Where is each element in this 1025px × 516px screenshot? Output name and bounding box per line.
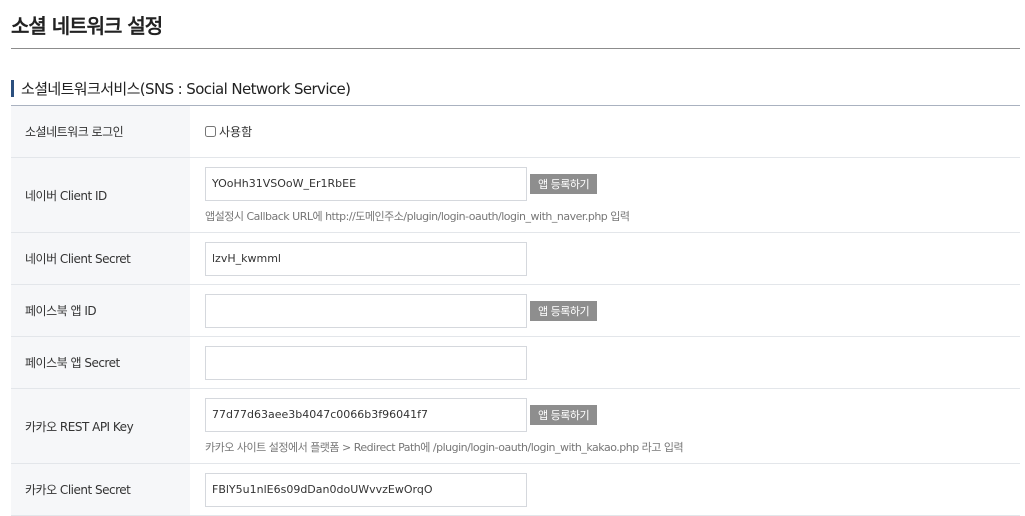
naver-client-id-input[interactable]: [205, 166, 527, 201]
row-label: 소셜네트워크 로그인: [11, 106, 190, 157]
facebook-register-app-button[interactable]: 앱 등록하기: [530, 300, 598, 321]
row-label: 네이버 Client Secret: [11, 233, 190, 284]
kakao-help-text: 카카오 사이트 설정에서 플랫폼 > Redirect Path에 /plugi…: [205, 440, 684, 454]
row-label: 카카오 Client Secret: [11, 464, 190, 515]
facebook-app-id-input[interactable]: [205, 293, 527, 328]
row-facebook-app-secret: 페이스북 앱 Secret: [11, 337, 1020, 389]
section-title: 소셜네트워크서비스(SNS : Social Network Service): [21, 79, 351, 98]
sns-settings-table: 소셜네트워크 로그인 사용함 네이버 Client ID 앱 등록하기 앱설정시…: [11, 105, 1020, 516]
row-label: 페이스북 앱 Secret: [11, 337, 190, 388]
row-kakao-rest-api-key: 카카오 REST API Key 앱 등록하기 카카오 사이트 설정에서 플랫폼…: [11, 389, 1020, 464]
naver-help-text: 앱설정시 Callback URL에 http://도메인주소/plugin/l…: [205, 209, 630, 223]
row-naver-client-secret: 네이버 Client Secret: [11, 233, 1020, 285]
section-accent-bar: [11, 79, 14, 97]
naver-client-secret-input[interactable]: [205, 241, 527, 276]
naver-register-app-button[interactable]: 앱 등록하기: [530, 173, 598, 194]
page-title: 소셜 네트워크 설정: [11, 14, 163, 38]
kakao-client-secret-input[interactable]: [205, 472, 527, 507]
checkbox-label[interactable]: 사용함: [219, 123, 252, 140]
kakao-register-app-button[interactable]: 앱 등록하기: [530, 404, 598, 425]
row-facebook-app-id: 페이스북 앱 ID 앱 등록하기: [11, 285, 1020, 337]
title-divider: [11, 48, 1020, 49]
row-label: 네이버 Client ID: [11, 158, 190, 232]
facebook-app-secret-input[interactable]: [205, 345, 527, 380]
row-social-login: 소셜네트워크 로그인 사용함: [11, 106, 1020, 158]
kakao-rest-api-key-input[interactable]: [205, 397, 527, 432]
row-label: 카카오 REST API Key: [11, 389, 190, 463]
row-naver-client-id: 네이버 Client ID 앱 등록하기 앱설정시 Callback URL에 …: [11, 158, 1020, 233]
row-kakao-client-secret: 카카오 Client Secret: [11, 464, 1020, 516]
section-header: 소셜네트워크서비스(SNS : Social Network Service): [11, 78, 351, 98]
use-social-login-checkbox[interactable]: [205, 126, 216, 137]
row-label: 페이스북 앱 ID: [11, 285, 190, 336]
